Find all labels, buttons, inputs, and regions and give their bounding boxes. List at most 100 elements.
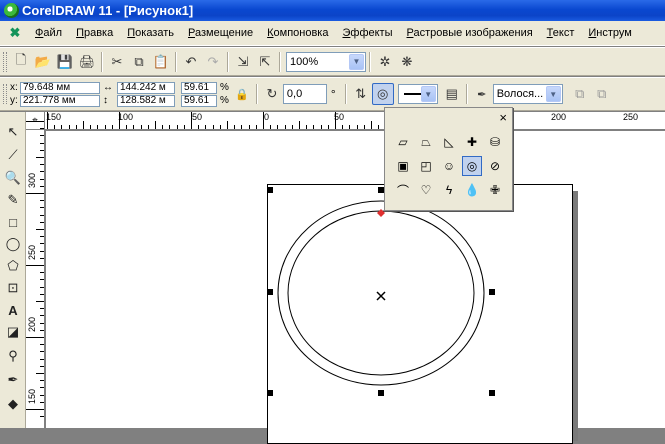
outline-pen-icon[interactable]: ✒	[471, 83, 493, 105]
new-document-icon[interactable]: 🗋	[10, 51, 32, 73]
height-field[interactable]: 128.582 м	[117, 94, 175, 107]
donut-icon[interactable]: ◎	[462, 156, 482, 176]
folded-corner-icon[interactable]: ◰	[416, 156, 436, 176]
selection-handle[interactable]	[378, 390, 384, 396]
arc-icon[interactable]: ⌒	[393, 180, 413, 200]
export-icon[interactable]: ⇱	[254, 51, 276, 73]
eyedropper-icon[interactable]: ⚲	[3, 346, 23, 366]
ruler-tick	[40, 164, 44, 166]
import-icon[interactable]: ⇲	[232, 51, 254, 73]
selection-handle[interactable]	[489, 289, 495, 295]
vertical-ruler[interactable]: 300 250 200 150	[26, 121, 45, 428]
mirror-icon[interactable]: ⇅	[350, 83, 372, 105]
selection-handle[interactable]	[489, 390, 495, 396]
height-icon: ↕	[103, 95, 108, 106]
ruler-tick	[313, 125, 315, 129]
text-icon[interactable]: A	[3, 300, 23, 320]
cut-icon[interactable]: ✂	[106, 51, 128, 73]
ruler-tick	[83, 121, 84, 129]
close-icon[interactable]: ×	[499, 110, 507, 125]
ruler-tick	[40, 308, 44, 310]
cylinder-icon[interactable]: ⛁	[485, 132, 505, 152]
no-symbol-icon[interactable]: ⊘	[485, 156, 505, 176]
menu-arrange[interactable]: Компоновка	[260, 27, 335, 39]
zoom-icon[interactable]: 🔍	[3, 168, 23, 188]
freehand-icon[interactable]: ✎	[3, 190, 23, 210]
menu-tools[interactable]: Инструм	[581, 27, 638, 39]
rotation-field[interactable]: 0,0	[282, 84, 327, 104]
menu-file[interactable]: Файл	[28, 27, 69, 39]
copy-icon[interactable]: ⧉	[128, 51, 150, 73]
ruler-tick	[111, 125, 113, 129]
outer-ellipse[interactable]	[277, 200, 485, 386]
title-bar: CorelDRAW 11 - [Рисунок1]	[0, 0, 665, 21]
scale-y-field[interactable]: 59.61	[181, 94, 217, 107]
selection-handle[interactable]	[267, 289, 273, 295]
undo-icon[interactable]: ↶	[180, 51, 202, 73]
ruler-tick	[371, 121, 372, 129]
menu-text[interactable]: Текст	[540, 27, 582, 39]
width-field[interactable]: 144.242 м	[117, 81, 175, 94]
toolbar-grip[interactable]	[3, 84, 7, 104]
polygon-icon[interactable]: ⬠	[3, 256, 23, 276]
drawing-canvas[interactable]	[46, 131, 665, 444]
selection-handle[interactable]	[267, 390, 273, 396]
print-icon[interactable]: 🖨	[76, 51, 98, 73]
trapezoid-icon[interactable]: ⏢	[416, 132, 436, 152]
outline-width-combo[interactable]: Волося... ▼	[492, 84, 563, 104]
save-icon[interactable]: 💾	[54, 51, 76, 73]
line-style-combo[interactable]: ▼	[397, 84, 438, 104]
cross-icon[interactable]: ✚	[462, 132, 482, 152]
open-icon[interactable]: 📂	[32, 51, 54, 73]
degree-label: °	[330, 87, 336, 101]
lightning-icon[interactable]: ϟ	[439, 180, 459, 200]
drop-icon[interactable]: 💧	[462, 180, 482, 200]
percent-label: %	[220, 82, 229, 93]
rotate-icon[interactable]: ↻	[261, 83, 283, 105]
fill-icon[interactable]: ◆	[3, 394, 23, 414]
menu-edit[interactable]: Правка	[69, 27, 120, 39]
center-marker[interactable]	[376, 291, 386, 301]
selection-icon[interactable]: ↖	[3, 122, 23, 142]
ruler-tick	[40, 200, 44, 202]
chevron-down-icon[interactable]: ▼	[349, 53, 364, 70]
interactive-icon[interactable]: ◪	[3, 322, 23, 342]
to-front-icon[interactable]: ⧉	[569, 83, 591, 105]
ruler-tick	[40, 178, 44, 180]
menu-layout[interactable]: Размещение	[181, 27, 260, 39]
plaque-icon[interactable]: ✙	[485, 180, 505, 200]
chevron-down-icon[interactable]: ▼	[420, 86, 436, 102]
chevron-down-icon[interactable]: ▼	[545, 86, 561, 102]
parallelogram-icon[interactable]: ▱	[393, 132, 413, 152]
shape-icon[interactable]: ⟋	[3, 145, 23, 165]
menu-bitmaps[interactable]: Растровые изображения	[400, 27, 540, 39]
bevel-icon[interactable]: ▣	[393, 156, 413, 176]
app-launcher-icon[interactable]: ✲	[374, 51, 396, 73]
lock-ratio-icon[interactable]: 🔒	[231, 83, 253, 105]
x-position-field[interactable]: 79.648 мм	[20, 81, 100, 94]
y-position-field[interactable]: 221.778 мм	[20, 94, 100, 107]
ellipse-icon[interactable]: ◯	[3, 234, 23, 254]
wrap-text-icon[interactable]: ▤	[441, 83, 463, 105]
redo-icon[interactable]: ↷	[202, 51, 224, 73]
selection-handle[interactable]	[267, 187, 273, 193]
document-menu-icon[interactable]: ✖	[6, 25, 24, 41]
menu-effects[interactable]: Эффекты	[335, 27, 399, 39]
scale-x-field[interactable]: 59.61	[181, 81, 217, 94]
inner-ellipse[interactable]	[287, 210, 475, 376]
paste-icon[interactable]: 📋	[150, 51, 172, 73]
to-back-icon[interactable]: ⧉	[591, 83, 613, 105]
toolbar-grip[interactable]	[3, 51, 7, 72]
smiley-icon[interactable]: ☺	[439, 156, 459, 176]
horizontal-ruler[interactable]: 150 100 50 0 50 100 150 200 250	[45, 112, 665, 130]
right-triangle-icon[interactable]: ◺	[439, 132, 459, 152]
basic-shapes-icon[interactable]: ⊡	[3, 278, 23, 298]
perfect-shapes-icon[interactable]: ◎	[371, 83, 394, 105]
corel-app-icon[interactable]	[4, 3, 19, 18]
heart-icon[interactable]: ♡	[416, 180, 436, 200]
rectangle-icon[interactable]: □	[3, 212, 23, 232]
corel-online-icon[interactable]: ❋	[396, 51, 418, 73]
zoom-combo[interactable]: 100% ▼	[286, 51, 366, 72]
menu-view[interactable]: Показать	[120, 27, 181, 39]
outline-icon[interactable]: ✒	[3, 370, 23, 390]
